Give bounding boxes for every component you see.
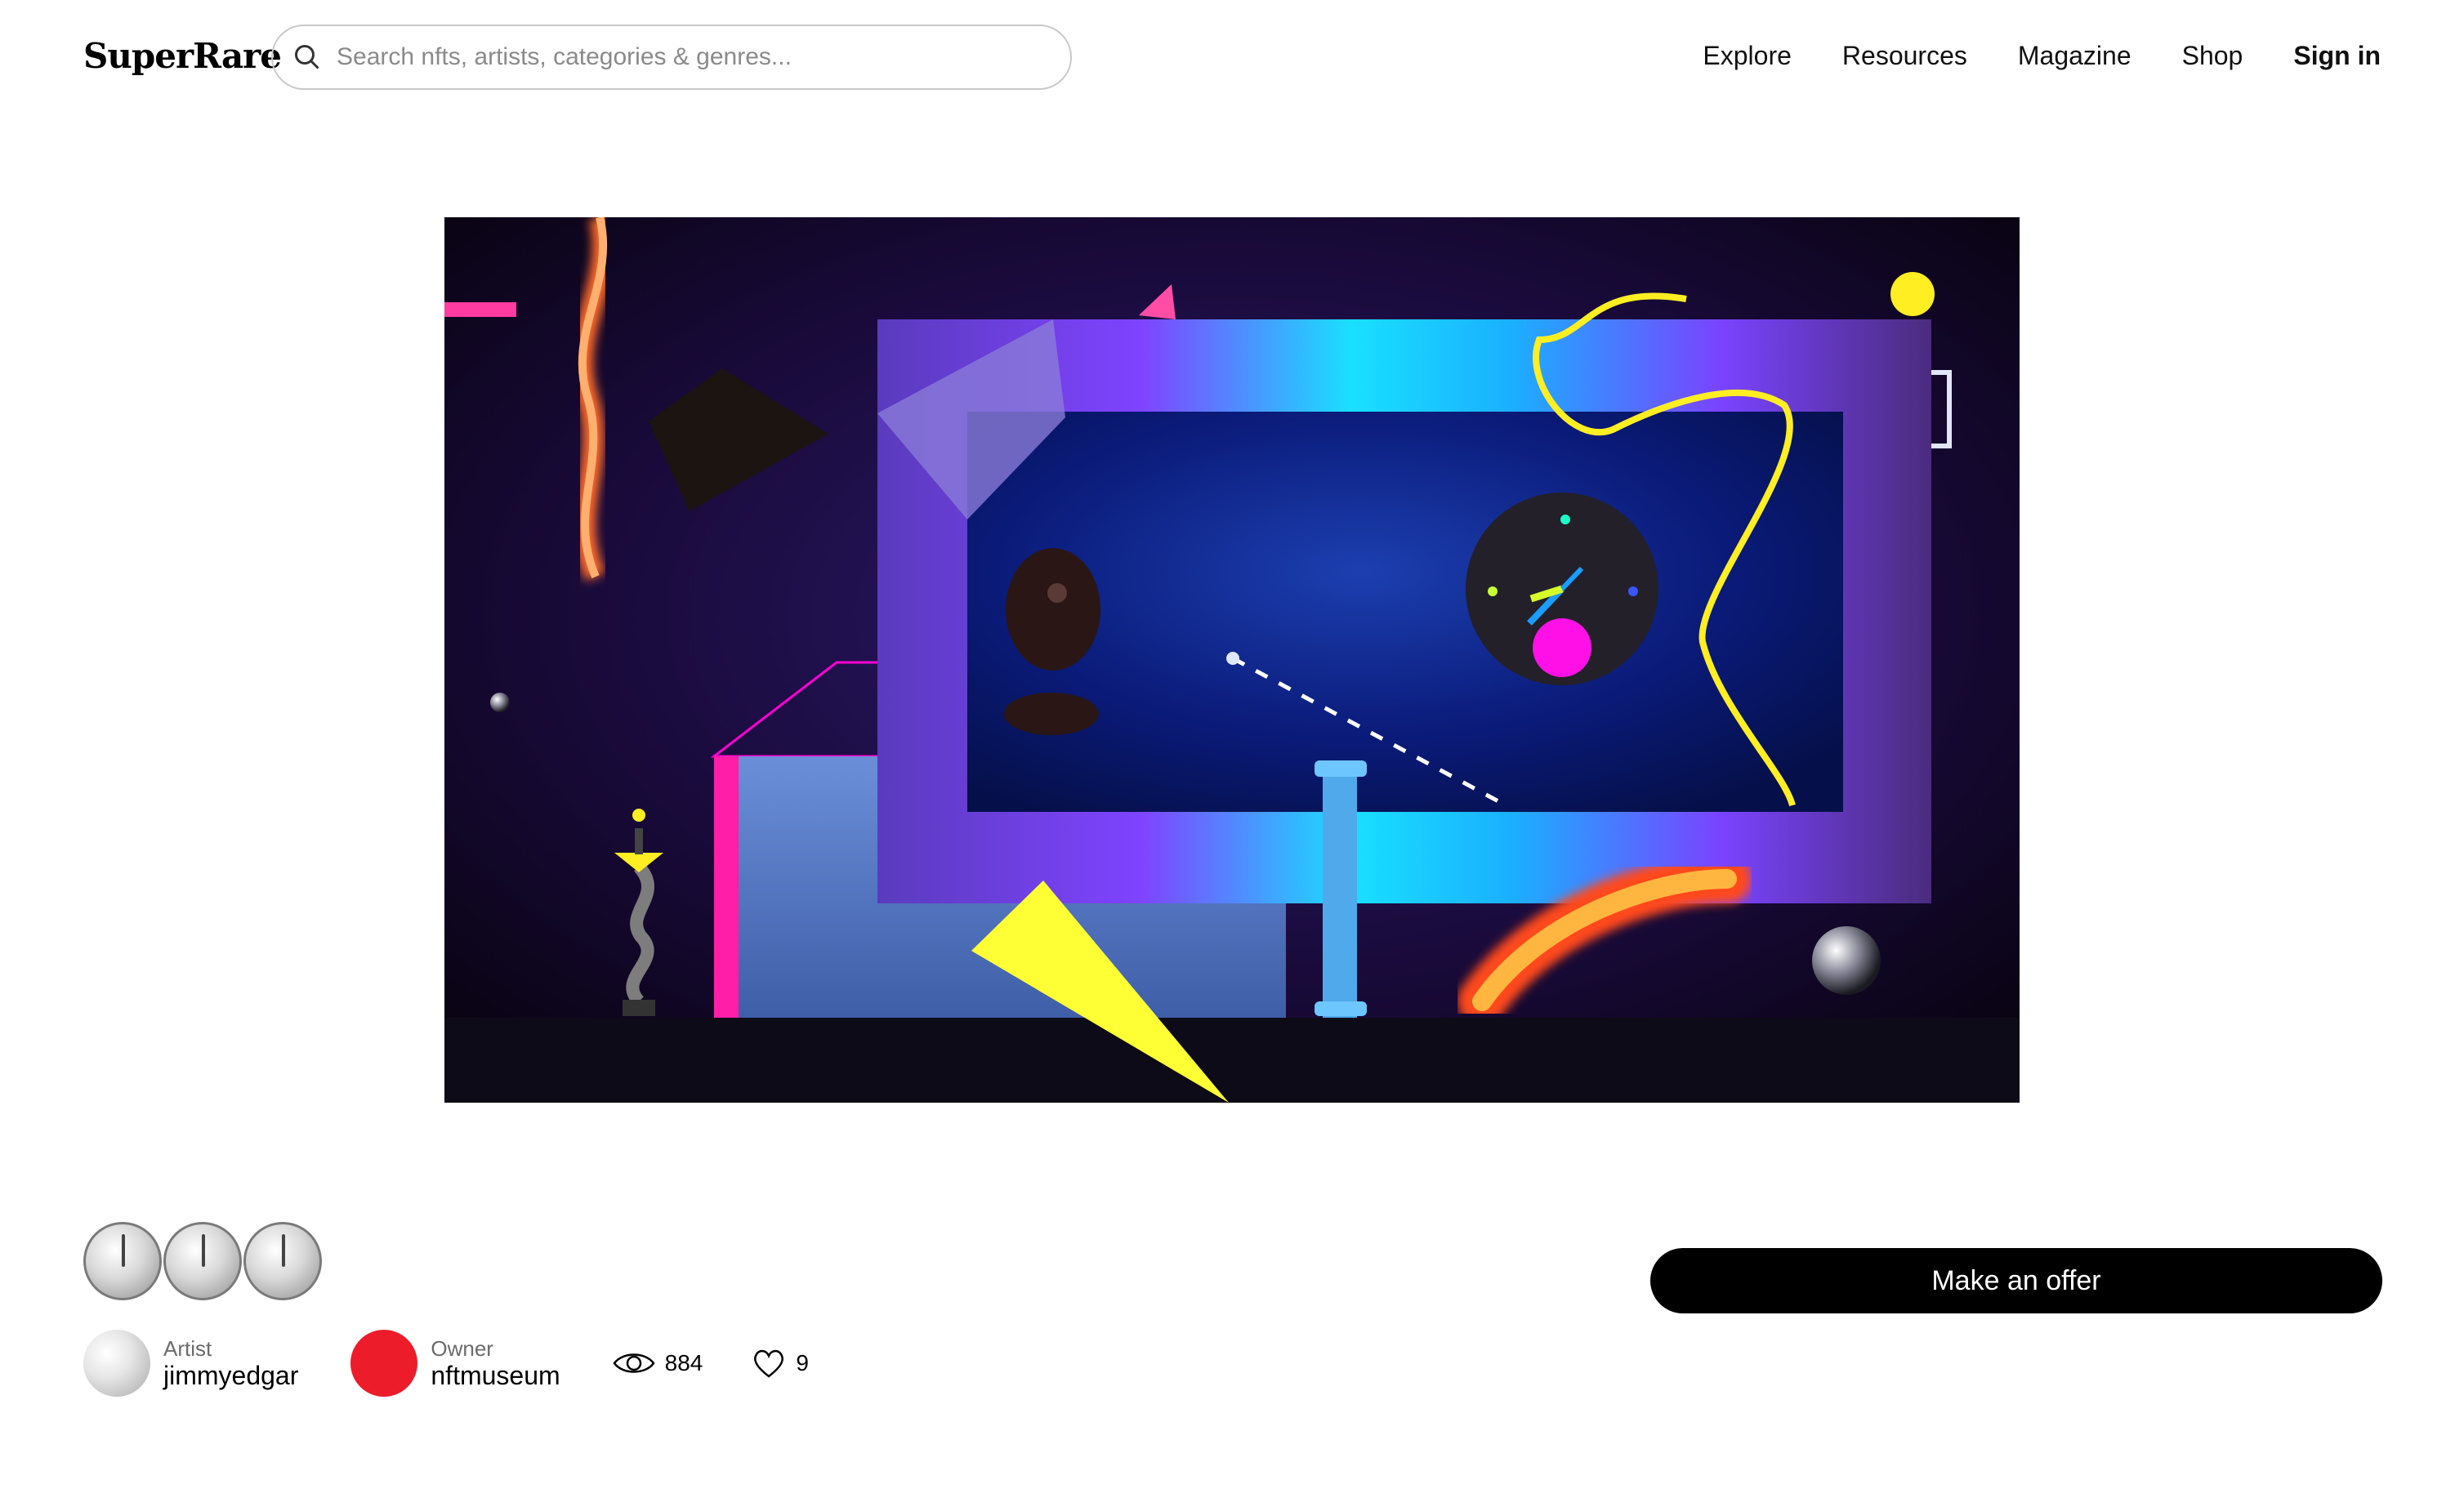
nav-shop[interactable]: Shop xyxy=(2182,41,2243,71)
likes-value: 9 xyxy=(796,1350,809,1375)
owner-avatar[interactable] xyxy=(337,1316,432,1411)
token-badges xyxy=(83,1222,322,1300)
artist-avatar[interactable] xyxy=(83,1330,150,1397)
artwork-image[interactable] xyxy=(444,217,2020,1103)
artist-name[interactable]: jimmyedgar xyxy=(163,1361,298,1390)
views-value: 884 xyxy=(664,1350,703,1375)
make-offer-button[interactable]: Make an offer xyxy=(1650,1248,2382,1313)
superrare-logo[interactable]: SuperRare xyxy=(83,36,282,76)
owner-role-label: Owner xyxy=(431,1336,493,1361)
nav-explore[interactable]: Explore xyxy=(1703,41,1792,71)
views-count: 884 xyxy=(613,1349,703,1377)
token-badge-icon xyxy=(163,1222,242,1300)
token-badge-icon xyxy=(83,1222,162,1300)
nav-magazine[interactable]: Magazine xyxy=(2018,41,2131,71)
eye-icon xyxy=(613,1353,655,1373)
artist-info[interactable]: Artist jimmyedgar xyxy=(83,1330,298,1397)
owner-info[interactable]: Owner nftmuseum xyxy=(337,1316,560,1411)
search-icon xyxy=(295,45,319,69)
search-bar[interactable] xyxy=(271,25,1072,90)
nav-resources[interactable]: Resources xyxy=(1842,41,1967,71)
search-input[interactable] xyxy=(337,43,1039,71)
likes-count[interactable]: 9 xyxy=(752,1348,809,1379)
sign-in-link[interactable]: Sign in xyxy=(2293,41,2381,71)
artist-role-label: Artist xyxy=(163,1336,212,1361)
owner-name[interactable]: nftmuseum xyxy=(431,1361,560,1390)
artwork-meta: Artist jimmyedgar Owner nftmuseum 884 9 xyxy=(83,1316,858,1411)
token-badge-icon xyxy=(243,1222,322,1300)
main-nav: Explore Resources Magazine Shop Sign in xyxy=(1703,41,2381,71)
heart-icon[interactable] xyxy=(752,1348,786,1379)
